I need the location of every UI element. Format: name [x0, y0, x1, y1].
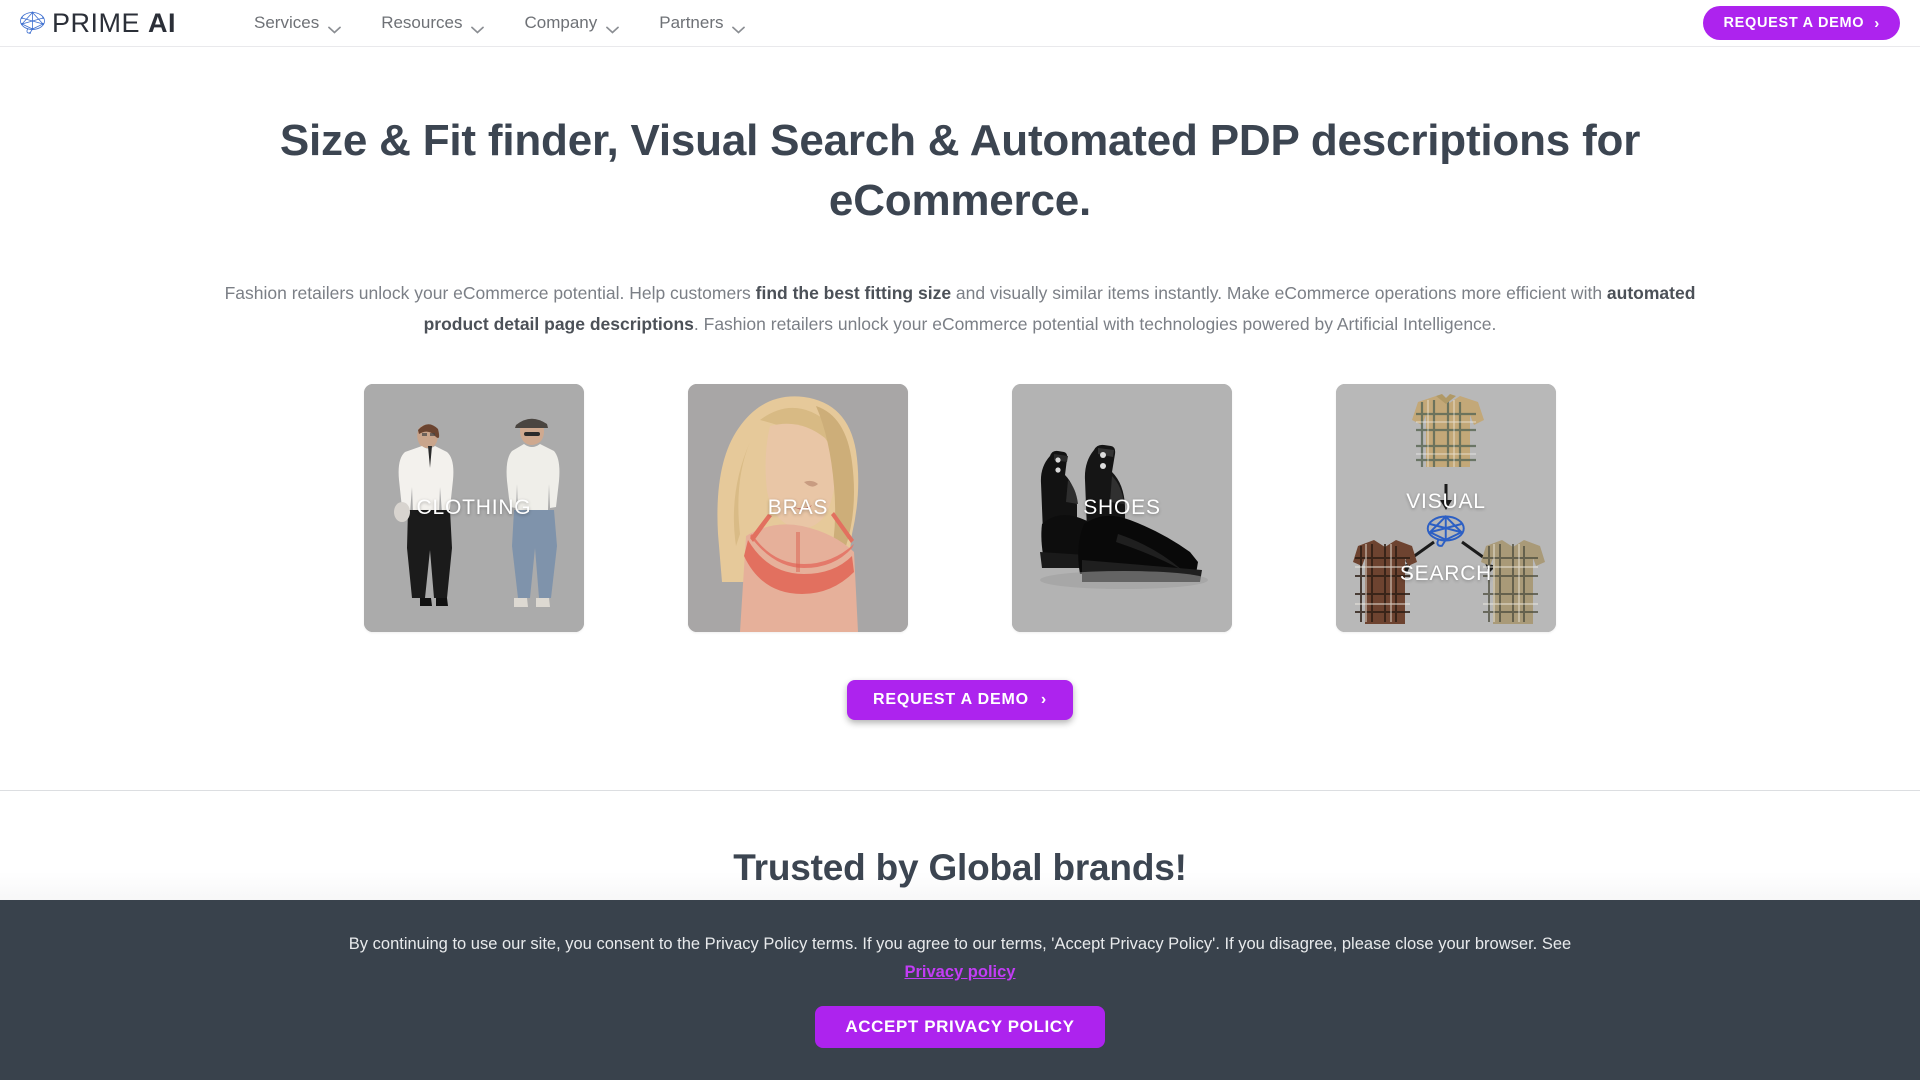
brain-network-logo-icon	[18, 10, 48, 36]
hero-text-1: Fashion retailers unlock your eCommerce …	[224, 282, 756, 303]
chevron-down-icon	[328, 19, 342, 34]
nav-label: Partners	[659, 13, 724, 32]
trusted-heading: Trusted by Global brands!	[733, 847, 1187, 888]
clothing-photo	[364, 383, 584, 632]
hero-text-3: . Fashion retailers unlock your eCommerc…	[693, 313, 1497, 334]
accept-privacy-policy-button[interactable]: ACCEPT PRIVACY POLICY	[815, 1005, 1105, 1048]
nav-item-resources[interactable]: Resources	[361, 7, 504, 39]
chevron-right-icon: ›	[1040, 690, 1047, 708]
card-clothing[interactable]: CLOTHING	[364, 383, 584, 632]
card-shoes[interactable]: SHOES	[1012, 383, 1232, 632]
cookie-button-row: ACCEPT PRIVACY POLICY	[0, 982, 1920, 1048]
hero-text-bold-1: find the best fitting size	[755, 282, 952, 303]
cookie-consent-banner: By continuing to use our site, you conse…	[0, 900, 1920, 1080]
hero-paragraph: Fashion retailers unlock your eCommerce …	[205, 278, 1715, 340]
nav-label: Company	[524, 13, 598, 32]
shoes-photo	[1012, 383, 1232, 632]
category-cards: CLOTHING BRAS SHOES VISUAL SEARCH	[0, 383, 1920, 632]
nav-label: Services	[254, 13, 320, 32]
page-root: PRIME AI Services Resources Company Part…	[0, 0, 1920, 1080]
logo-text: PRIME AI	[52, 7, 177, 38]
hero-cta-label: REQUEST A DEMO	[873, 690, 1029, 708]
nav-item-company[interactable]: Company	[504, 7, 639, 39]
header-request-demo-button[interactable]: REQUEST A DEMO ›	[1703, 6, 1900, 40]
site-header: PRIME AI Services Resources Company Part…	[0, 0, 1920, 47]
hero-text-2: and visually similar items instantly. Ma…	[951, 282, 1607, 303]
privacy-policy-link[interactable]: Privacy policy	[905, 963, 1016, 982]
header-cta-label: REQUEST A DEMO	[1723, 15, 1865, 31]
card-visual-search[interactable]: VISUAL SEARCH	[1336, 383, 1556, 632]
hero-cta-wrap: REQUEST A DEMO ›	[0, 679, 1920, 720]
bras-photo	[688, 383, 908, 632]
cookie-banner-text: By continuing to use our site, you conse…	[348, 935, 1572, 953]
hero-request-demo-button[interactable]: REQUEST A DEMO ›	[847, 679, 1073, 720]
chevron-right-icon: ›	[1874, 14, 1880, 32]
logo[interactable]: PRIME AI	[18, 7, 177, 38]
nav-label: Resources	[381, 13, 463, 32]
visual-search-graphic	[1336, 383, 1556, 632]
chevron-down-icon	[732, 19, 746, 34]
main-nav: Services Resources Company Partners	[234, 7, 765, 39]
card-bras[interactable]: BRAS	[688, 383, 908, 632]
nav-item-services[interactable]: Services	[234, 7, 361, 39]
hero-section: Size & Fit finder, Visual Search & Autom…	[0, 47, 1920, 720]
page-title: Size & Fit finder, Visual Search & Autom…	[279, 116, 1641, 226]
chevron-down-icon	[606, 19, 620, 34]
nav-item-partners[interactable]: Partners	[639, 7, 765, 39]
chevron-down-icon	[471, 19, 485, 34]
